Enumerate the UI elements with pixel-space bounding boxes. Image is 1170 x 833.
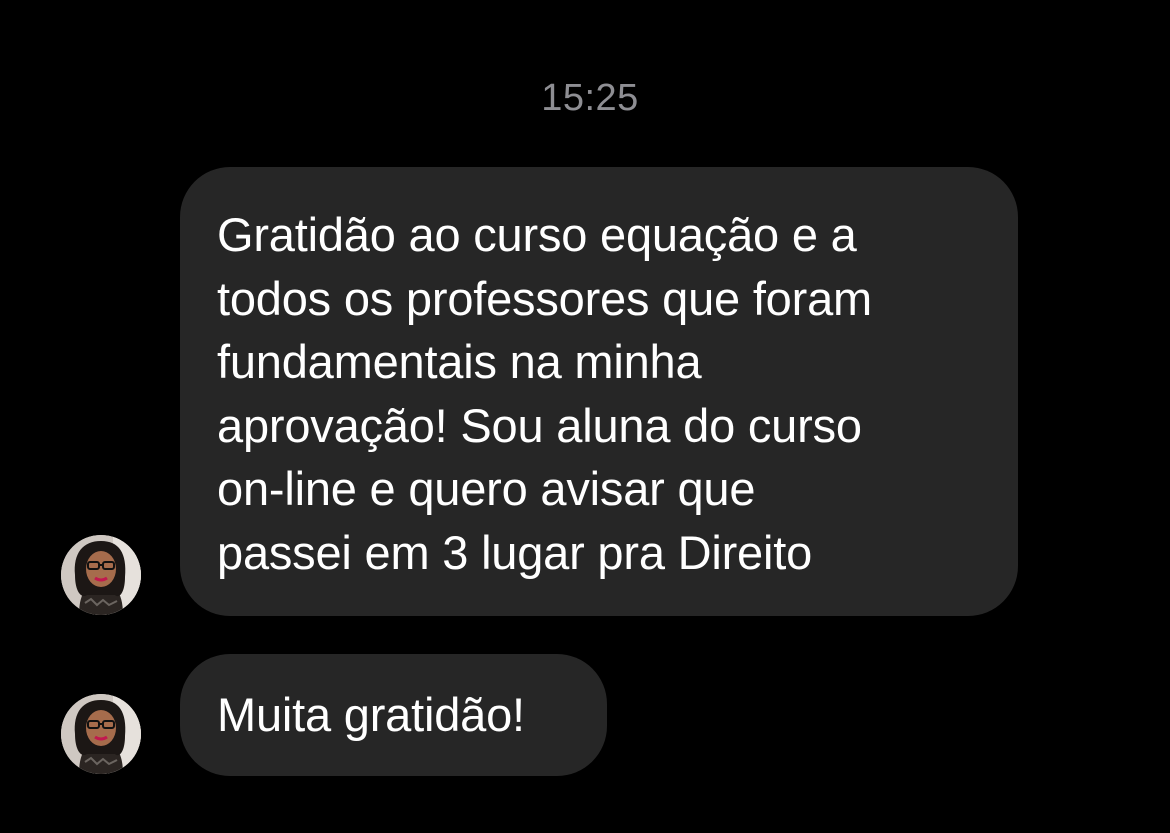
message-text: Gratidão ao curso equação e a todos os p… [217, 203, 987, 584]
message-line: passei em 3 lugar pra Direito [217, 525, 813, 579]
profile-photo-icon [61, 694, 141, 774]
message-line: aprovação! Sou aluna do curso [217, 398, 862, 452]
message-timestamp: 15:25 [541, 77, 639, 119]
message-bubble[interactable]: Muita gratidão! [180, 654, 607, 776]
message-line: fundamentais na minha [217, 335, 702, 388]
profile-photo-icon [61, 535, 141, 615]
message-text: Muita gratidão! [217, 688, 525, 741]
message-line: on-line e quero avisar que [217, 462, 756, 515]
sender-avatar[interactable] [61, 535, 141, 615]
message-bubble[interactable]: Gratidão ao curso equação e a todos os p… [180, 167, 1018, 616]
sender-avatar[interactable] [61, 694, 141, 774]
message-line: todos os professores que foram [217, 271, 872, 325]
message-line: Gratidão ao curso equação e a [217, 208, 857, 261]
